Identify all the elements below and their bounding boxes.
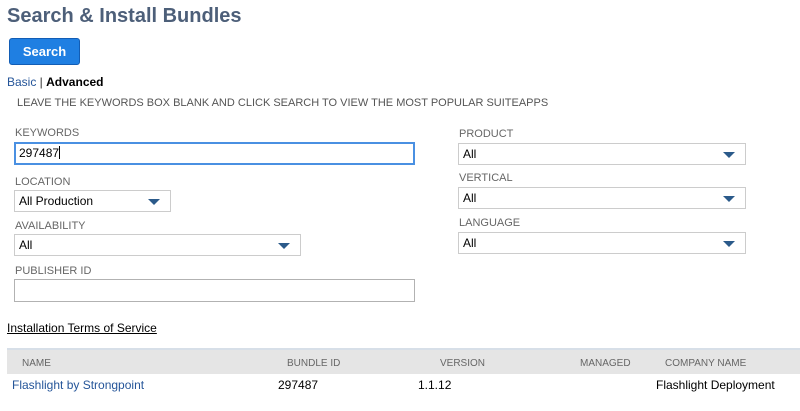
search-button[interactable]: Search: [9, 38, 80, 65]
bundle-id-cell: 297487: [278, 378, 319, 392]
language-select[interactable]: All: [458, 232, 746, 254]
language-value: All: [463, 236, 477, 250]
vertical-value: All: [463, 191, 477, 205]
availability-value: All: [19, 238, 33, 252]
results-table-header: NAME BUNDLE ID VERSION MANAGED COMPANY N…: [7, 348, 800, 374]
keywords-input[interactable]: 297487: [14, 142, 415, 165]
product-label: PRODUCT: [459, 128, 514, 140]
availability-select[interactable]: All: [14, 234, 301, 256]
column-header-name[interactable]: NAME: [22, 358, 51, 369]
company-name-cell: Flashlight Deployment: [656, 378, 775, 392]
keywords-value: 297487: [19, 146, 60, 160]
mode-separator: |: [36, 75, 47, 89]
product-select[interactable]: All: [458, 143, 746, 165]
availability-label: AVAILABILITY: [15, 220, 86, 232]
column-header-managed[interactable]: MANAGED: [580, 358, 631, 369]
table-row: Flashlight by Strongpoint 297487 1.1.12 …: [7, 374, 800, 396]
search-hint: LEAVE THE KEYWORDS BOX BLANK AND CLICK S…: [17, 97, 549, 109]
location-label: LOCATION: [15, 176, 71, 188]
advanced-mode-label[interactable]: Advanced: [46, 75, 103, 89]
keywords-label: KEYWORDS: [15, 127, 80, 139]
location-value: All Production: [19, 194, 94, 208]
version-cell: 1.1.12: [418, 378, 452, 392]
vertical-select[interactable]: All: [458, 187, 746, 209]
vertical-label: VERTICAL: [459, 172, 513, 184]
search-mode-toggle: Basic | Advanced: [7, 75, 104, 89]
column-header-bundle-id[interactable]: BUNDLE ID: [287, 358, 340, 369]
chevron-down-icon: [278, 243, 290, 249]
bundle-name-link[interactable]: Flashlight by Strongpoint: [12, 378, 144, 392]
chevron-down-icon: [723, 241, 735, 247]
text-caret: [59, 146, 61, 159]
basic-mode-link[interactable]: Basic: [7, 75, 36, 89]
column-header-version[interactable]: VERSION: [440, 358, 485, 369]
chevron-down-icon: [148, 199, 160, 205]
language-label: LANGUAGE: [459, 217, 521, 229]
column-header-company-name[interactable]: COMPANY NAME: [665, 358, 746, 369]
publisher-id-input[interactable]: [14, 279, 415, 302]
page-title: Search & Install Bundles: [7, 5, 242, 27]
chevron-down-icon: [723, 196, 735, 202]
product-value: All: [463, 147, 477, 161]
location-select[interactable]: All Production: [14, 190, 171, 212]
chevron-down-icon: [723, 152, 735, 158]
installation-terms-link[interactable]: Installation Terms of Service: [7, 321, 157, 335]
publisher-id-label: PUBLISHER ID: [15, 265, 92, 277]
